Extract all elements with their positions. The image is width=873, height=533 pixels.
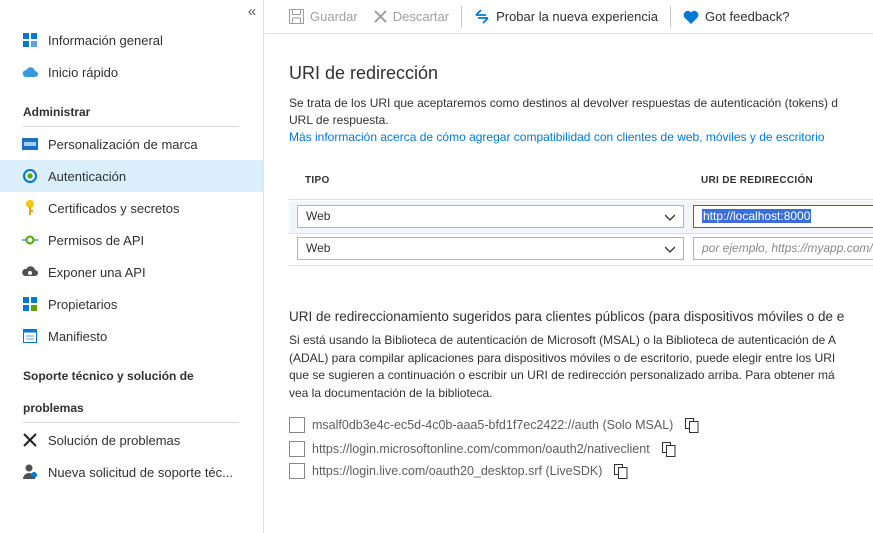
suggested-uri-option: msalf0db3e4c-ec5d-4c0b-aaa5-bfd1f7ec2422…: [289, 416, 699, 434]
learn-more-link[interactable]: Más información acerca de cómo agregar c…: [289, 129, 873, 146]
public-clients-description-line: vea la documentación de la biblioteca.: [289, 385, 493, 400]
sidebar-item-branding[interactable]: Personalización de marca: [0, 128, 263, 160]
checkbox[interactable]: [289, 463, 305, 479]
sidebar-item-troubleshooting[interactable]: Solución de problemas: [0, 424, 263, 456]
api-permissions-icon: [22, 232, 38, 248]
table-row: Web: [289, 233, 873, 265]
switch-arrows-icon: [474, 9, 490, 24]
authentication-icon: [22, 168, 38, 184]
copy-icon[interactable]: [685, 417, 699, 433]
column-header-type: TIPO: [305, 175, 330, 186]
checkbox[interactable]: [289, 441, 305, 457]
suggested-uri-label: msalf0db3e4c-ec5d-4c0b-aaa5-bfd1f7ec2422…: [312, 418, 674, 432]
sidebar-item-label: Manifiesto: [48, 328, 108, 344]
toolbar-separator: [669, 5, 671, 28]
sidebar-item-expose-api[interactable]: Exponer una API: [0, 256, 263, 288]
redirect-description-line: URL de respuesta.: [289, 113, 389, 127]
public-clients-description-line: Si está usando la Biblioteca de autentic…: [289, 333, 836, 347]
branding-icon: [22, 136, 38, 152]
sidebar-item-manifest[interactable]: Manifiesto: [0, 320, 263, 352]
sidebar-item-api-permissions[interactable]: Permisos de API: [0, 224, 263, 256]
command-bar: Guardar Descartar Probar la nueva experi…: [265, 0, 873, 34]
table-divider: [289, 265, 873, 266]
main-content: URI de redirección Se trata de los URI q…: [265, 35, 873, 533]
close-icon: [373, 10, 387, 23]
save-button[interactable]: Guardar: [285, 0, 362, 34]
owners-icon: [22, 296, 38, 312]
copy-icon[interactable]: [614, 463, 628, 479]
section-title-redirect-uri: URI de redirección: [289, 63, 439, 83]
sidebar: « Información general Inicio rápido Admi…: [0, 0, 264, 533]
discard-label: Descartar: [392, 9, 450, 24]
try-new-experience-button[interactable]: Probar la nueva experiencia: [470, 0, 662, 34]
sidebar-item-label: Información general: [48, 32, 163, 48]
redirect-uri-value: http://localhost:8000: [702, 209, 812, 223]
feedback-button[interactable]: Got feedback?: [679, 0, 794, 34]
suggested-uri-label: https://login.microsoftonline.com/common…: [312, 442, 650, 456]
table-row: Web http://localhost:8000: [289, 201, 873, 233]
sidebar-item-quickstart[interactable]: Inicio rápido: [0, 56, 263, 88]
section-header-support: Soporte técnico y solución de: [23, 369, 194, 383]
discard-button[interactable]: Descartar: [370, 0, 453, 34]
sidebar-item-label: Autenticación: [48, 168, 127, 184]
sidebar-item-certificates[interactable]: Certificados y secretos: [0, 192, 263, 224]
table-divider: [289, 199, 873, 200]
type-select-value: Web: [306, 209, 331, 223]
collapse-sidebar-button[interactable]: «: [244, 3, 260, 20]
try-label: Probar la nueva experiencia: [496, 9, 658, 24]
key-icon: [22, 200, 38, 216]
heart-icon: [683, 10, 699, 24]
checkbox[interactable]: [289, 417, 305, 433]
new-redirect-uri-input[interactable]: [702, 241, 873, 255]
type-select[interactable]: Web: [297, 237, 684, 260]
redirect-description: Se trata de los URI que aceptaremos como…: [289, 95, 873, 146]
sidebar-item-label: Exponer una API: [48, 264, 146, 280]
type-select-value: Web: [306, 241, 331, 255]
sidebar-item-label: Certificados y secretos: [48, 200, 180, 216]
tools-icon: [22, 432, 38, 448]
suggested-uri-option: https://login.live.com/oauth20_desktop.s…: [289, 462, 628, 480]
feedback-label: Got feedback?: [704, 9, 790, 24]
sidebar-item-label: Nueva solicitud de soporte téc...: [48, 464, 233, 480]
save-label: Guardar: [310, 9, 358, 24]
chevron-down-icon: [665, 214, 675, 221]
divider: [23, 126, 239, 127]
copy-icon[interactable]: [661, 441, 676, 457]
section-header-manage: Administrar: [23, 105, 91, 119]
sidebar-item-label: Personalización de marca: [48, 136, 198, 152]
suggested-uri-option: https://login.microsoftonline.com/common…: [289, 440, 676, 458]
suggested-uri-label: https://login.live.com/oauth20_desktop.s…: [312, 464, 603, 478]
sidebar-item-authentication[interactable]: Autenticación: [0, 160, 263, 192]
sidebar-item-overview[interactable]: Información general: [0, 24, 263, 56]
chevron-down-icon: [665, 246, 675, 253]
sidebar-item-owners[interactable]: Propietarios: [0, 288, 263, 320]
sidebar-item-label: Inicio rápido: [48, 64, 119, 80]
public-clients-description: Si está usando la Biblioteca de autentic…: [289, 332, 873, 402]
new-redirect-uri-input-wrapper: [693, 237, 873, 260]
divider: [23, 422, 239, 423]
sidebar-item-label: Permisos de API: [48, 232, 145, 248]
sidebar-item-label: Propietarios: [48, 296, 118, 312]
redirect-description-line: Se trata de los URI que aceptaremos como…: [289, 96, 838, 110]
sidebar-item-label: Solución de problemas: [48, 432, 181, 448]
grid-icon: [22, 32, 38, 48]
cloud-icon: [22, 64, 38, 80]
public-clients-description-line: que se sugieren a continuación o escribi…: [289, 368, 835, 382]
column-header-redirect-uri: URI DE REDIRECCIÓN: [701, 175, 814, 186]
public-clients-description-line: (ADAL) para compilar aplicaciones para d…: [289, 350, 836, 365]
sidebar-item-new-support-request[interactable]: Nueva solicitud de soporte téc...: [0, 456, 263, 488]
support-request-icon: [22, 464, 38, 480]
manifest-icon: [22, 328, 38, 344]
section-header-support-cont: problemas: [23, 401, 84, 415]
cloud-expose-icon: [22, 264, 38, 280]
type-select[interactable]: Web: [297, 205, 684, 228]
section-title-public-clients: URI de redireccionamiento sugeridos para…: [289, 309, 845, 324]
toolbar-separator: [461, 5, 463, 28]
redirect-uri-input[interactable]: http://localhost:8000: [693, 205, 873, 228]
save-icon: [289, 9, 304, 24]
